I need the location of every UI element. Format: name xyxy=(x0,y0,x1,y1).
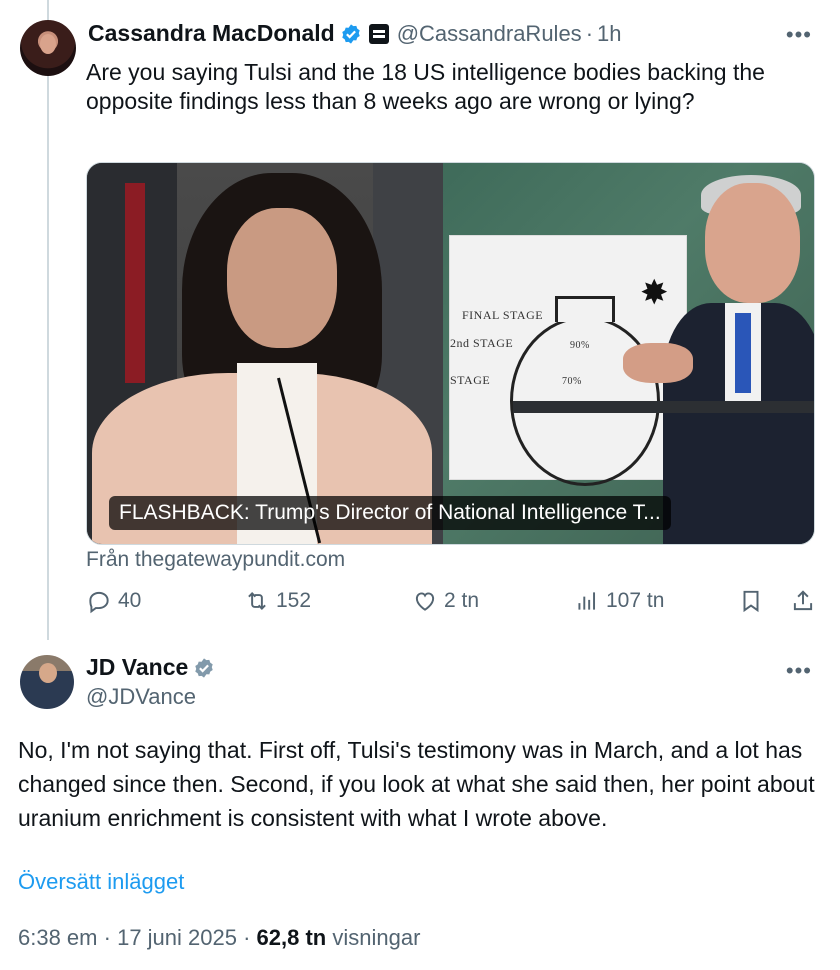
media-caption-text: FLASHBACK: Trump's Director of National … xyxy=(119,501,661,524)
tweet-header: JD Vance xyxy=(86,654,215,681)
tweet-text: No, I'm not saying that. First off, Tuls… xyxy=(18,737,815,831)
share-icon xyxy=(793,590,813,611)
post-date[interactable]: 17 juni 2025 xyxy=(117,925,237,950)
share-button[interactable] xyxy=(790,588,816,614)
tweet-header: Cassandra MacDonald @CassandraRules · 1h xyxy=(88,20,622,47)
reply-icon xyxy=(89,591,109,614)
retweet-count: 152 xyxy=(276,589,312,612)
separator-dot: · xyxy=(103,925,111,950)
affiliate-badge-icon[interactable] xyxy=(368,23,389,44)
media-caption: FLASHBACK: Trump's Director of National … xyxy=(109,496,671,530)
tweet-actions: 40 152 2 tn 107 tn xyxy=(86,588,816,622)
more-options-icon[interactable]: ••• xyxy=(786,660,812,682)
bookmark-button[interactable] xyxy=(738,588,764,614)
bookmark-icon xyxy=(743,590,759,613)
link-source[interactable]: Från thegatewaypundit.com xyxy=(86,548,345,572)
avatar[interactable] xyxy=(20,655,74,709)
thread-connector-line xyxy=(47,0,49,640)
tweet-metadata: 6:38 em · 17 juni 2025 · 62,8 tn visning… xyxy=(18,925,420,951)
like-count: 2 tn xyxy=(444,589,480,612)
board-label-final: FINAL STAGE xyxy=(462,308,544,322)
like-button[interactable]: 2 tn xyxy=(412,588,479,614)
more-options-icon[interactable]: ••• xyxy=(786,24,812,46)
timestamp[interactable]: 1h xyxy=(597,21,621,47)
view-count: 107 tn xyxy=(606,589,665,612)
fuse-spark-icon: ✸ xyxy=(640,274,669,312)
media-photo-left xyxy=(87,163,443,544)
display-name[interactable]: JD Vance xyxy=(86,654,188,681)
retweet-icon xyxy=(248,592,266,610)
media-photo-right: FINAL STAGE 2nd STAGE STAGE 90% 70% ✸ xyxy=(443,163,814,544)
board-label-second: 2nd STAGE xyxy=(450,336,514,350)
handle[interactable]: @CassandraRules xyxy=(397,21,582,47)
avatar[interactable] xyxy=(20,20,76,76)
reply-count: 40 xyxy=(118,589,142,612)
display-name[interactable]: Cassandra MacDonald xyxy=(88,20,335,47)
board-label-70: 70% xyxy=(562,376,582,387)
views-label: visningar xyxy=(332,925,421,950)
reply-button[interactable]: 40 xyxy=(86,588,141,614)
verified-badge-icon[interactable] xyxy=(193,657,215,679)
heart-icon xyxy=(415,592,435,611)
translate-post-link[interactable]: Översätt inlägget xyxy=(18,869,184,895)
view-count: 62,8 tn xyxy=(256,925,327,950)
board-label-90: 90% xyxy=(570,340,590,351)
retweet-button[interactable]: 152 xyxy=(244,588,311,614)
link-card-media[interactable]: FINAL STAGE 2nd STAGE STAGE 90% 70% ✸ FL… xyxy=(86,162,815,545)
analytics-icon xyxy=(578,592,596,610)
verified-badge-icon[interactable] xyxy=(340,23,362,45)
separator-dot: · xyxy=(243,925,251,950)
handle[interactable]: @JDVance xyxy=(86,684,196,710)
post-time[interactable]: 6:38 em xyxy=(18,925,98,950)
board-label-first: STAGE xyxy=(450,373,491,387)
separator-dot: · xyxy=(585,20,594,46)
views-button[interactable]: 107 tn xyxy=(574,588,664,614)
tweet-text: Are you saying Tulsi and the 18 US intel… xyxy=(86,59,765,114)
